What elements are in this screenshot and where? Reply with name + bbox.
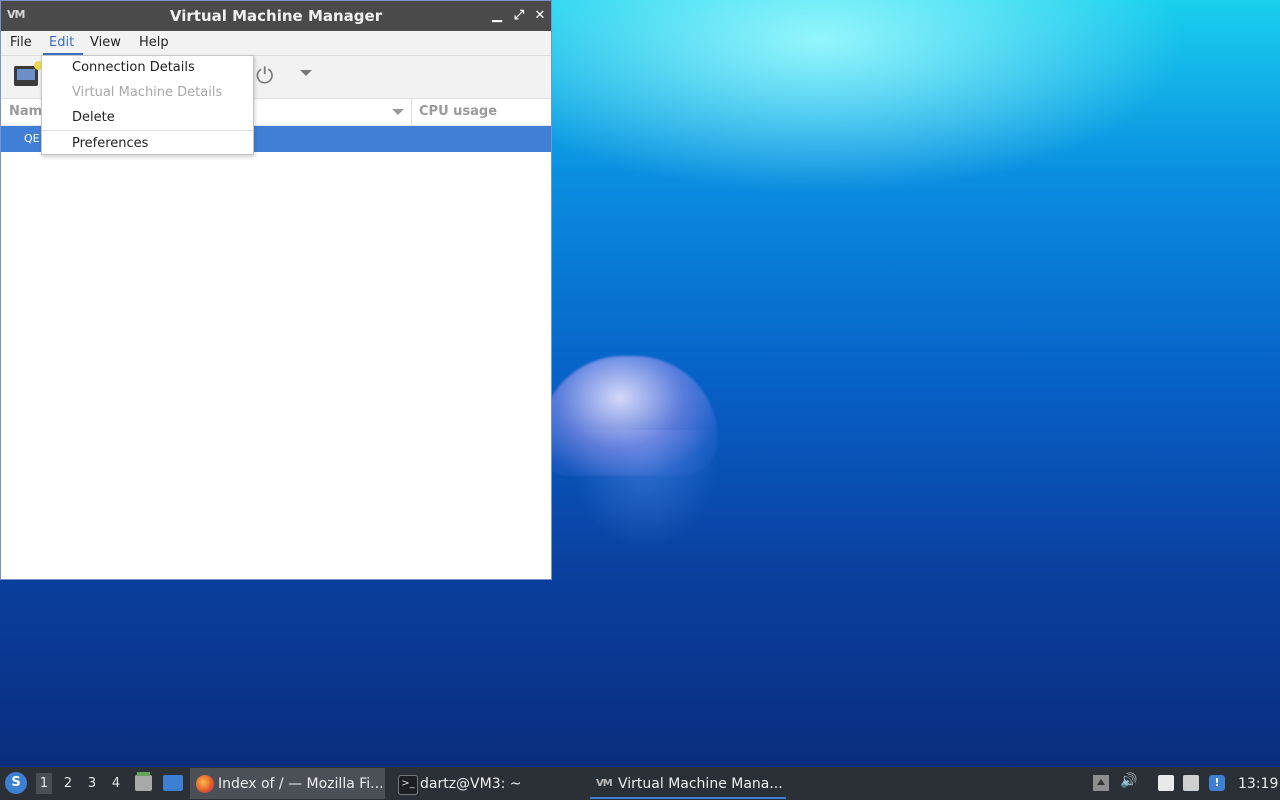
window-title: Virtual Machine Manager (169, 7, 383, 25)
clock[interactable]: 13:19 (1238, 776, 1278, 792)
menu-view[interactable]: View (90, 35, 121, 50)
volume-icon[interactable]: 🔊 (1120, 773, 1137, 789)
file-manager-icon[interactable] (135, 772, 152, 791)
menu-item-vm-details: Virtual Machine Details (72, 85, 223, 100)
menu-item-connection-details[interactable]: Connection Details (72, 60, 195, 75)
virt-manager-icon: VM (596, 778, 613, 789)
workspace-2[interactable]: 2 (60, 776, 76, 791)
clipboard-icon[interactable] (1158, 775, 1174, 791)
workspace-3[interactable]: 3 (84, 776, 100, 791)
firefox-icon (196, 775, 214, 793)
maximize-button[interactable]: ⤢ (509, 6, 529, 26)
new-vm-icon[interactable] (14, 61, 43, 86)
menu-item-preferences[interactable]: Preferences (72, 136, 148, 151)
column-cpu-usage[interactable]: CPU usage (419, 104, 497, 119)
tray-expand-icon[interactable] (1093, 775, 1109, 791)
task-terminal[interactable]: >_ dartz@VM3: ~ (392, 768, 582, 799)
task-label: Virtual Machine Mana... (618, 776, 783, 792)
power-icon[interactable]: ⏻ (256, 64, 273, 89)
task-virt-manager[interactable]: VM Virtual Machine Mana... (590, 768, 786, 799)
network-icon[interactable] (1183, 775, 1199, 791)
menu-help[interactable]: Help (139, 35, 169, 50)
shutdown-dropdown-icon[interactable] (300, 70, 312, 76)
task-firefox[interactable]: Index of / — Mozilla Fi... (190, 768, 385, 799)
minimize-button[interactable]: ▁ (487, 6, 507, 26)
edit-menu-dropdown: Connection Details Virtual Machine Detai… (41, 55, 254, 155)
taskbar: S 1 2 3 4 Index of / — Mozilla Fi... >_ … (0, 767, 1280, 800)
window-titlebar[interactable]: VM Virtual Machine Manager ▁ ⤢ ✕ (1, 1, 551, 31)
close-button[interactable]: ✕ (530, 6, 550, 26)
workspace-4[interactable]: 4 (108, 776, 124, 791)
menu-item-delete[interactable]: Delete (72, 110, 115, 125)
menubar: File Edit View Help (1, 31, 551, 56)
task-label: dartz@VM3: ~ (420, 776, 522, 792)
menu-separator (42, 130, 253, 131)
workspace-1[interactable]: 1 (36, 773, 52, 794)
chevron-down-icon[interactable] (392, 109, 404, 115)
column-name[interactable]: Nam (9, 104, 42, 119)
terminal-icon: >_ (398, 775, 418, 795)
notification-icon[interactable]: ! (1209, 775, 1225, 791)
wallpaper-jellyfish (540, 356, 718, 476)
show-desktop-icon[interactable] (163, 775, 183, 791)
menu-edit[interactable]: Edit (49, 35, 74, 50)
start-menu-icon[interactable]: S (5, 772, 27, 794)
active-task-indicator (590, 797, 786, 799)
connection-name: QE (24, 132, 40, 145)
menu-file[interactable]: File (10, 35, 32, 50)
task-label: Index of / — Mozilla Fi... (218, 776, 384, 792)
column-divider (411, 99, 412, 125)
